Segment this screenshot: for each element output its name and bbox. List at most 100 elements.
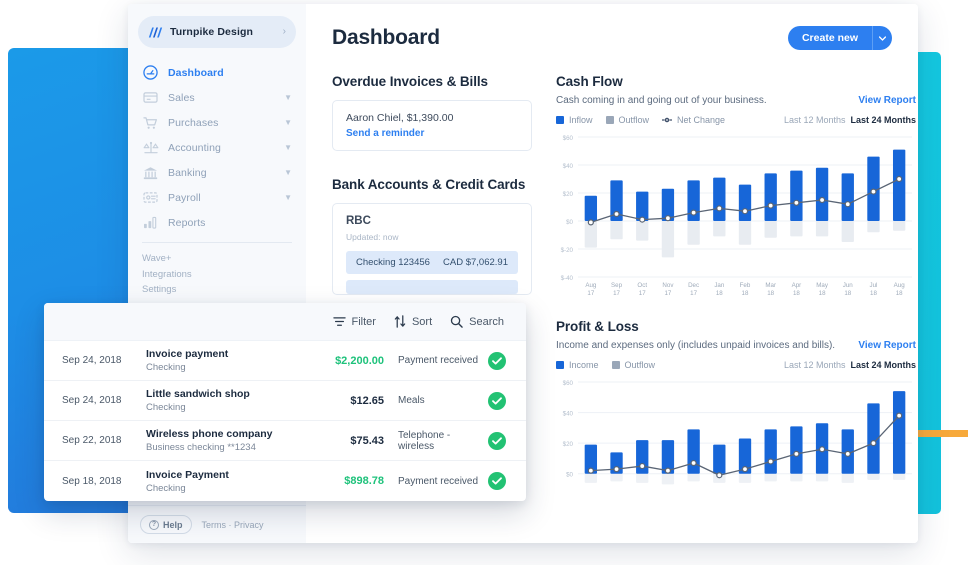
- sidebar-item-accounting[interactable]: Accounting ▼: [128, 135, 306, 160]
- bar-inflow: [892, 149, 906, 221]
- data-point: [793, 450, 800, 457]
- help-button[interactable]: ? Help: [140, 515, 192, 534]
- range-last-12-months[interactable]: Last 12 Months: [784, 360, 846, 370]
- chevron-down-icon: ▼: [284, 117, 292, 127]
- cash-flow-subtitle-row: Cash coming in and going out of your bus…: [556, 95, 916, 106]
- bank-account-row[interactable]: Checking 123456 CAD $7,062.91: [346, 251, 518, 274]
- legend-label: Inflow: [569, 115, 593, 125]
- range-last-12-months[interactable]: Last 12 Months: [784, 115, 846, 125]
- x-axis-tick-label: Jan: [714, 282, 725, 289]
- cash-flow-range-toggle[interactable]: Last 12 Months Last 24 Months: [784, 115, 916, 125]
- status-badge[interactable]: [488, 391, 506, 410]
- x-axis-tick-label: 18: [767, 290, 774, 297]
- sidebar-item-reports[interactable]: Reports: [128, 210, 306, 235]
- bank-institution-name: RBC: [346, 215, 371, 227]
- bank-account-row-partial[interactable]: [346, 280, 518, 294]
- help-label: Help: [163, 519, 183, 530]
- bar-inflow: [790, 170, 803, 221]
- bar-outflow: [892, 221, 906, 231]
- status-badge[interactable]: [488, 431, 506, 450]
- cart-icon: [142, 115, 159, 131]
- sidebar-sublink-settings[interactable]: Settings: [142, 282, 292, 298]
- transaction-account: Business checking **1234: [146, 442, 256, 453]
- terms-privacy-links[interactable]: Terms · Privacy: [202, 520, 264, 530]
- legend-label: Net Change: [677, 115, 726, 125]
- create-new-dropdown-button[interactable]: [872, 26, 892, 50]
- cash-flow-chart-svg: $-40$-20$0$20$40$60Aug17Sep17Oct17Nov17D…: [561, 135, 912, 297]
- status-badge[interactable]: [488, 472, 506, 490]
- overdue-invoice-name: Aaron Chiel, $1,390.00: [346, 112, 454, 124]
- status-badge[interactable]: [488, 351, 506, 370]
- transaction-date: Sep 22, 2018: [62, 435, 122, 446]
- table-row[interactable]: Sep 22, 2018 Wireless phone company Busine…: [44, 421, 526, 461]
- bar-outflow: [636, 221, 649, 241]
- x-axis-tick-label: 17: [690, 290, 697, 297]
- legend-outflow: Outflow: [605, 115, 650, 125]
- sort-button[interactable]: Sort: [394, 315, 432, 328]
- profit-loss-subtitle-row: Income and expenses only (includes unpai…: [556, 340, 916, 351]
- payroll-icon: [142, 190, 159, 206]
- create-new-button[interactable]: Create new: [787, 26, 872, 50]
- profit-loss-view-report-link[interactable]: View Report: [858, 340, 916, 351]
- data-point: [613, 210, 620, 218]
- cash-flow-view-report-link[interactable]: View Report: [858, 95, 916, 106]
- scale-icon: [142, 140, 159, 156]
- filter-button[interactable]: Filter: [332, 316, 376, 328]
- sidebar-item-purchases[interactable]: Purchases ▼: [128, 110, 306, 135]
- table-row[interactable]: Sep 18, 2018 Invoice Payment Checking $898.…: [44, 461, 526, 501]
- bar-outflow: [738, 473, 752, 483]
- legend-swatch-icon: [556, 116, 564, 124]
- bank-card: RBC Updated: now Checking 123456 CAD $7,…: [332, 203, 532, 295]
- legend-income: Income: [556, 360, 599, 370]
- bar-outflow: [841, 473, 854, 483]
- table-row[interactable]: Sep 24, 2018 Invoice payment Checking $2,20…: [44, 341, 526, 381]
- sidebar-item-payroll[interactable]: Payroll ▼: [128, 185, 306, 210]
- data-point: [741, 466, 749, 473]
- profit-loss-range-toggle[interactable]: Last 12 Months Last 24 Months: [784, 360, 916, 370]
- data-point: [741, 208, 749, 215]
- business-switcher[interactable]: Turnpike Design ›: [138, 16, 296, 48]
- transaction-title: Invoice payment: [146, 348, 229, 360]
- bar-outflow: [841, 221, 854, 242]
- data-point: [639, 462, 646, 470]
- overdue-section-title: Overdue Invoices & Bills: [332, 74, 488, 89]
- legend-label: Outflow: [618, 115, 650, 125]
- legend-label: Outflow: [624, 360, 656, 370]
- x-axis-tick-label: Sep: [611, 282, 623, 289]
- transaction-amount: $2,200.00: [335, 354, 384, 367]
- range-last-24-months[interactable]: Last 24 Months: [850, 360, 916, 370]
- transaction-category: Meals: [398, 395, 425, 406]
- transaction-date: Sep 18, 2018: [62, 475, 122, 487]
- table-row[interactable]: Sep 24, 2018 Little sandwich shop Checking…: [44, 381, 526, 421]
- x-axis-tick-label: Feb: [740, 282, 751, 289]
- page-title: Dashboard: [332, 26, 440, 49]
- sidebar-item-label: Banking: [168, 166, 207, 179]
- legend-swatch-icon: [605, 116, 614, 124]
- legend-outflow: Outflow: [611, 360, 656, 370]
- sort-icon: [394, 315, 406, 328]
- bar-outflow: [610, 221, 623, 240]
- sidebar-footer: ? Help Terms · Privacy: [128, 505, 306, 543]
- data-point: [767, 458, 774, 465]
- transaction-amount: $75.43: [350, 434, 384, 447]
- sidebar-sublink-wave-plus[interactable]: Wave+: [142, 251, 292, 267]
- sidebar-item-dashboard[interactable]: Dashboard: [128, 60, 306, 85]
- transaction-date: Sep 24, 2018: [62, 395, 122, 406]
- legend-net-change: Net Change: [662, 115, 725, 125]
- sidebar-item-banking[interactable]: Banking ▼: [128, 160, 306, 185]
- data-point: [818, 446, 826, 453]
- bar-outflow: [713, 221, 726, 237]
- send-reminder-link[interactable]: Send a reminder: [346, 128, 518, 139]
- sidebar-item-sales[interactable]: Sales ▼: [128, 85, 306, 110]
- transaction-title: Wireless phone company: [146, 428, 273, 440]
- transaction-account: Checking: [146, 402, 186, 413]
- transaction-amount: $898.78: [344, 475, 384, 487]
- sidebar-sublink-integrations[interactable]: Integrations: [142, 267, 292, 283]
- sidebar-item-label: Dashboard: [168, 66, 224, 79]
- sidebar-divider: [142, 242, 292, 243]
- transaction-category: Payment received: [398, 355, 479, 366]
- search-button[interactable]: Search: [450, 315, 504, 328]
- cash-flow-subtitle: Cash coming in and going out of your bus…: [556, 95, 767, 106]
- range-last-24-months[interactable]: Last 24 Months: [850, 115, 916, 125]
- bar-inflow: [764, 429, 777, 474]
